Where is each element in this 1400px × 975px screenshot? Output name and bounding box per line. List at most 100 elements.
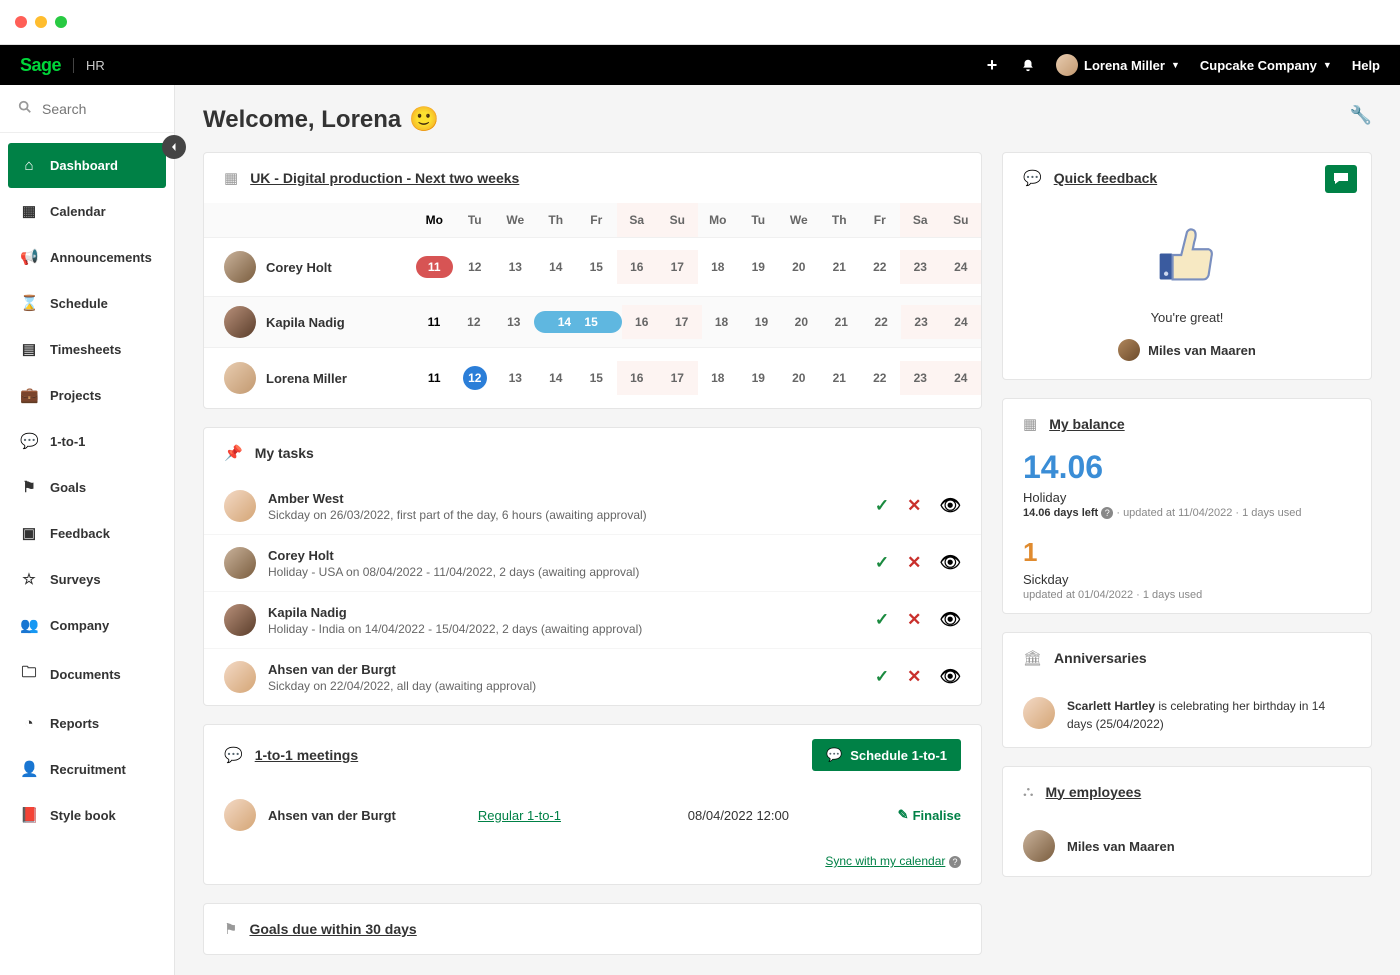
maximize-window-icon[interactable] [55, 16, 67, 28]
goals-card: ⚑ Goals due within 30 days [203, 903, 982, 955]
schedule-person[interactable]: Kapila Nadig [204, 306, 414, 338]
building-icon: 🏛 [1023, 649, 1042, 667]
goals-title[interactable]: Goals due within 30 days [249, 921, 416, 937]
balance-card: ▦ My balance 14.06 Holiday 14.06 days le… [1002, 398, 1372, 614]
company-menu[interactable]: Cupcake Company ▼ [1200, 58, 1332, 73]
help-icon[interactable]: ? [1101, 507, 1113, 519]
calendar-icon: ▦ [1023, 415, 1037, 433]
tasks-title: My tasks [255, 445, 314, 461]
avatar-icon [224, 547, 256, 579]
approve-icon[interactable]: ✓ [875, 553, 889, 573]
task-person: Corey Holt [268, 548, 863, 563]
nav-feedback[interactable]: ▣Feedback [8, 510, 166, 556]
day-head: We [495, 203, 536, 237]
reject-icon[interactable]: ✕ [907, 553, 921, 573]
help-link[interactable]: Help [1352, 58, 1380, 73]
bell-icon[interactable] [1020, 57, 1036, 73]
sync-calendar-link[interactable]: Sync with my calendar [825, 854, 945, 868]
briefcase-icon: 💼 [20, 386, 38, 404]
user-plus-icon: 👤 [20, 760, 38, 778]
meetings-title[interactable]: 1-to-1 meetings [255, 747, 358, 763]
schedule-title[interactable]: UK - Digital production - Next two weeks [250, 170, 519, 186]
feedback-card: 💬 Quick feedback You're great! Miles van… [1002, 152, 1372, 380]
settings-wrench-icon[interactable]: 🔧 [1350, 105, 1372, 126]
reject-icon[interactable]: ✕ [907, 667, 921, 687]
task-row: Corey Holt Holiday - USA on 08/04/2022 - … [204, 534, 981, 591]
nav-documents[interactable]: 🗀Documents [8, 648, 166, 701]
view-icon[interactable]: 👁 [939, 496, 961, 516]
flag-icon: ⚑ [20, 478, 38, 496]
nav-recruitment[interactable]: 👤Recruitment [8, 746, 166, 792]
user-menu[interactable]: Lorena Miller ▼ [1056, 54, 1180, 76]
calendar-icon: ▦ [20, 202, 38, 220]
chevron-down-icon: ▼ [1171, 60, 1180, 70]
employees-title[interactable]: My employees [1046, 784, 1142, 800]
avatar-icon [224, 799, 256, 831]
nav-reports[interactable]: ◔Reports [8, 701, 166, 746]
sickday-balance: 1 [1003, 531, 1371, 568]
pin-icon: 📌 [224, 444, 243, 462]
nav-schedule[interactable]: ⌛Schedule [8, 280, 166, 326]
chat-icon: 💬 [826, 747, 842, 763]
close-window-icon[interactable] [15, 16, 27, 28]
task-person: Ahsen van der Burgt [268, 662, 863, 677]
schedule-meeting-button[interactable]: 💬 Schedule 1-to-1 [812, 739, 961, 771]
finalise-button[interactable]: ✎Finalise [898, 807, 961, 823]
day-head: Su [941, 203, 982, 237]
task-desc: Sickday on 22/04/2022, all day (awaiting… [268, 679, 863, 693]
day-head: Sa [617, 203, 658, 237]
user-name: Lorena Miller [1084, 58, 1165, 73]
edit-icon: ✎ [898, 807, 909, 823]
nav-announcements[interactable]: 📢Announcements [8, 234, 166, 280]
reject-icon[interactable]: ✕ [907, 610, 921, 630]
sidebar-collapse-button[interactable] [162, 135, 186, 159]
balance-title[interactable]: My balance [1049, 416, 1124, 432]
nav-surveys[interactable]: ☆Surveys [8, 556, 166, 602]
task-desc: Holiday - USA on 08/04/2022 - 11/04/2022… [268, 565, 863, 579]
chevron-down-icon: ▼ [1323, 60, 1332, 70]
add-icon[interactable]: + [984, 57, 1000, 73]
view-icon[interactable]: 👁 [939, 667, 961, 687]
anniversaries-title: Anniversaries [1054, 650, 1147, 666]
employee-row[interactable]: Miles van Maaren [1003, 816, 1371, 876]
nav-calendar[interactable]: ▦Calendar [8, 188, 166, 234]
meeting-link[interactable]: Regular 1-to-1 [478, 808, 676, 823]
holiday-balance: 14.06 [1003, 449, 1371, 486]
search-input[interactable] [42, 101, 156, 117]
avatar-icon [224, 604, 256, 636]
schedule-person[interactable]: Corey Holt [204, 251, 414, 283]
avatar-icon [1023, 830, 1055, 862]
chat-icon: 💬 [224, 746, 243, 764]
day-head: Sa [900, 203, 941, 237]
calendar-icon: ▦ [224, 169, 238, 187]
day-head: We [779, 203, 820, 237]
leave-badge[interactable]: 14 15 [534, 311, 622, 333]
today-badge[interactable]: 12 [463, 366, 487, 390]
nav-stylebook[interactable]: 📕Style book [8, 792, 166, 838]
folder-icon: 🗀 [20, 662, 38, 687]
nav-goals[interactable]: ⚑Goals [8, 464, 166, 510]
feedback-title[interactable]: Quick feedback [1054, 170, 1158, 186]
help-icon[interactable]: ? [949, 856, 961, 868]
schedule-person[interactable]: Lorena Miller [204, 362, 414, 394]
nav-projects[interactable]: 💼Projects [8, 372, 166, 418]
new-feedback-button[interactable] [1325, 165, 1357, 193]
reject-icon[interactable]: ✕ [907, 496, 921, 516]
logo: Sage [20, 55, 61, 76]
nav-timesheets[interactable]: ▤Timesheets [8, 326, 166, 372]
sickday-label: Sickday [1003, 568, 1371, 589]
approve-icon[interactable]: ✓ [875, 667, 889, 687]
view-icon[interactable]: 👁 [939, 553, 961, 573]
view-icon[interactable]: 👁 [939, 610, 961, 630]
day-head: Tu [738, 203, 779, 237]
minimize-window-icon[interactable] [35, 16, 47, 28]
bullhorn-icon: 📢 [20, 248, 38, 266]
nav-company[interactable]: 👥Company [8, 602, 166, 648]
approve-icon[interactable]: ✓ [875, 496, 889, 516]
nav-1to1[interactable]: 💬1-to-1 [8, 418, 166, 464]
nav-dashboard[interactable]: ⌂Dashboard [8, 143, 166, 188]
approve-icon[interactable]: ✓ [875, 610, 889, 630]
user-avatar-icon [1056, 54, 1078, 76]
leave-badge[interactable]: 11 [416, 256, 453, 278]
employees-card: ⛬ My employees Miles van Maaren [1002, 766, 1372, 877]
